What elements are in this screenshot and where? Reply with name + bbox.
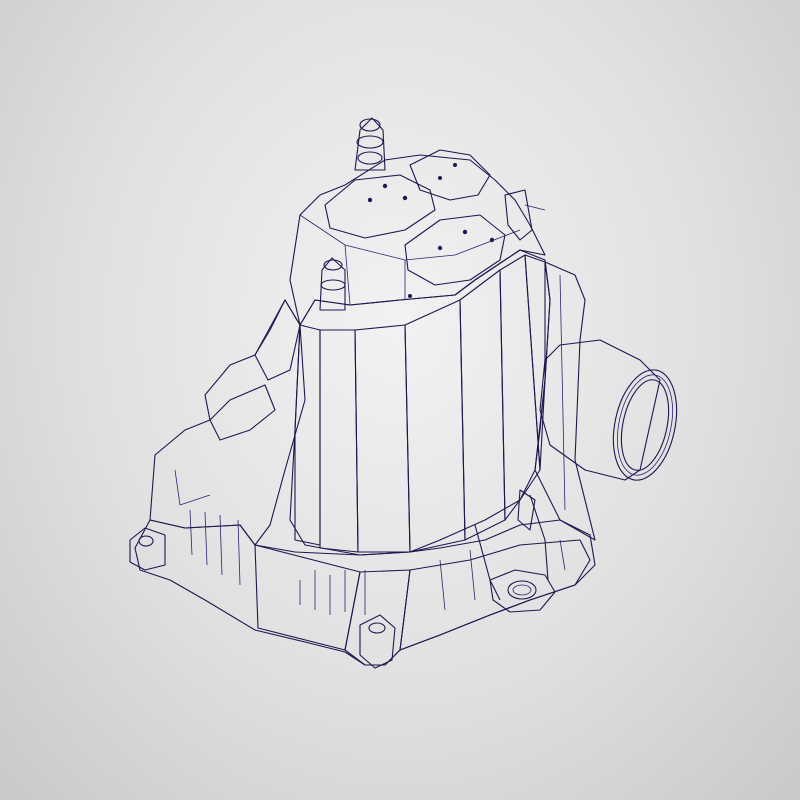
mount-lug-front [489,569,556,613]
lid-pad-right [404,214,506,286]
left-shoulder [149,299,306,546]
cad-model-canvas[interactable] [0,0,800,800]
front-ribs [174,469,566,615]
cad-viewport[interactable] [0,0,800,800]
main-body [289,249,551,556]
top-lid [289,149,546,326]
rear-bracket [504,189,546,241]
screw-holes [367,163,495,298]
lid-pad-left [324,174,436,239]
